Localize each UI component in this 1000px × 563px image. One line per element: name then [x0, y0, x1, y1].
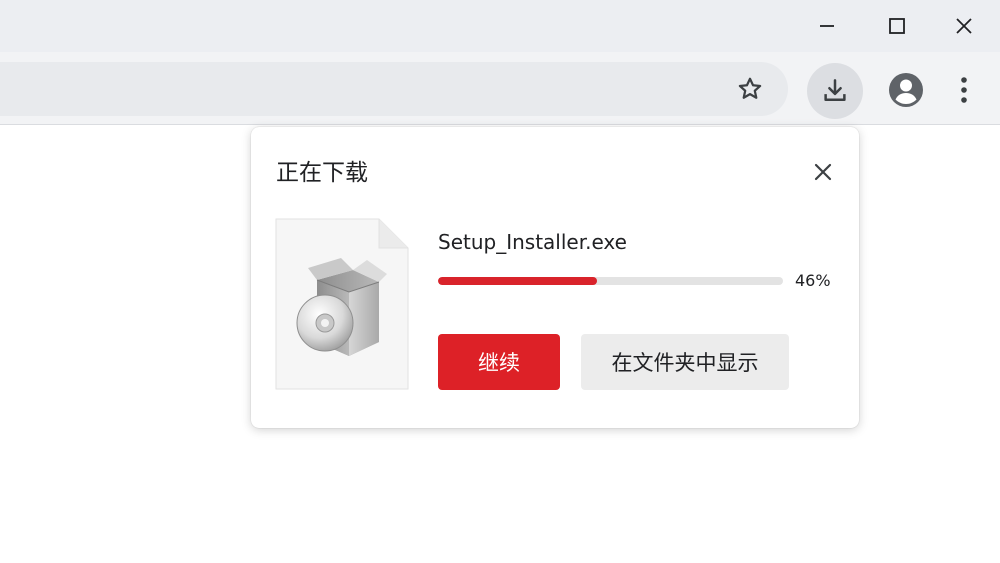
- address-bar[interactable]: [0, 62, 788, 116]
- minimize-icon: [820, 25, 834, 27]
- resume-button[interactable]: 继续: [438, 334, 560, 390]
- download-progress-fill: [438, 277, 597, 285]
- bubble-title: 正在下载: [276, 160, 368, 186]
- show-in-folder-button[interactable]: 在文件夹中显示: [581, 334, 789, 390]
- bubble-close-button[interactable]: [807, 156, 839, 188]
- file-thumbnail: [275, 218, 409, 390]
- close-icon: [956, 18, 972, 34]
- browser-toolbar: [0, 52, 1000, 125]
- account-circle-icon: [889, 73, 923, 107]
- installer-package-icon: [275, 218, 409, 390]
- title-bar: [0, 0, 1000, 52]
- download-icon: [824, 79, 846, 101]
- profile-button[interactable]: [883, 67, 929, 113]
- browser-menu-button[interactable]: [945, 67, 983, 113]
- download-progress-label: 46%: [795, 271, 831, 290]
- download-bubble: 正在下载 Setup_Installer.exe 46% 继续 在文件夹中显示: [251, 127, 859, 428]
- more-vert-icon: [961, 77, 967, 103]
- download-progress-bar: [438, 277, 783, 285]
- bookmark-star-button[interactable]: [726, 67, 774, 111]
- window-close-button[interactable]: [931, 0, 997, 52]
- downloads-button[interactable]: [807, 63, 863, 119]
- file-name: Setup_Installer.exe: [438, 230, 627, 254]
- close-icon: [814, 163, 832, 181]
- maximize-icon: [889, 18, 905, 34]
- star-icon: [738, 77, 762, 99]
- minimize-button[interactable]: [794, 0, 860, 52]
- maximize-button[interactable]: [864, 0, 930, 52]
